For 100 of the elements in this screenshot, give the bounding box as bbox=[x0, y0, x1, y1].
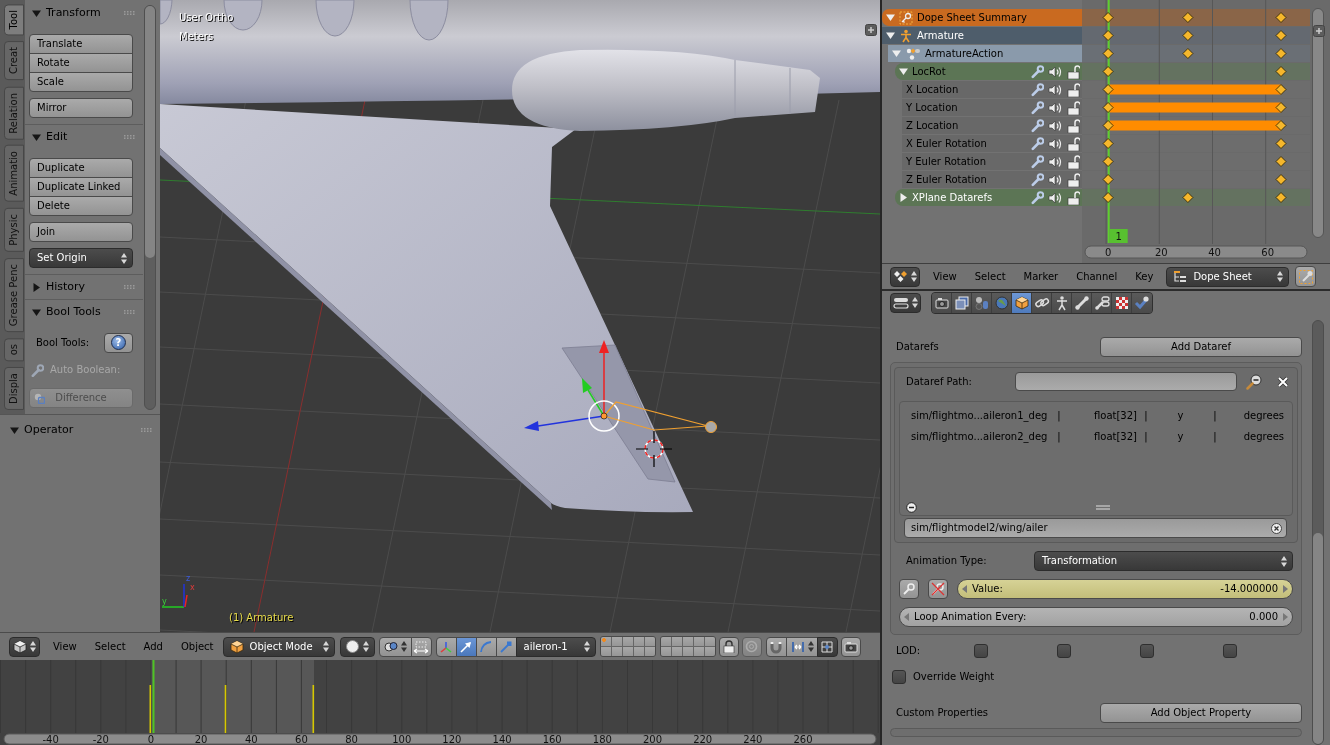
layer-button[interactable] bbox=[633, 637, 644, 646]
channel-row[interactable]: Y Euler Rotation bbox=[902, 153, 1082, 170]
only-selected-toggle[interactable] bbox=[1295, 266, 1317, 287]
keyframe-diamond[interactable] bbox=[1275, 102, 1287, 113]
keyframe-diamond[interactable] bbox=[1275, 120, 1287, 131]
tab[interactable]: Grease Penc bbox=[4, 257, 24, 332]
frame-ruler[interactable] bbox=[3, 733, 877, 745]
keyframe-line[interactable] bbox=[312, 685, 315, 733]
wrench-icon[interactable] bbox=[1031, 118, 1044, 133]
disclosure-triangle-icon[interactable] bbox=[886, 31, 895, 40]
layer-button[interactable] bbox=[622, 647, 633, 656]
speaker-icon[interactable] bbox=[1048, 190, 1063, 205]
editor-type-button[interactable] bbox=[9, 636, 40, 657]
plus-icon[interactable] bbox=[1313, 25, 1325, 37]
channel-row[interactable]: Armature bbox=[882, 27, 1082, 44]
layer-button[interactable] bbox=[622, 637, 633, 646]
tab[interactable]: Relation bbox=[4, 86, 24, 140]
keyframe-diamond[interactable] bbox=[1102, 84, 1114, 95]
scrollbar[interactable] bbox=[1312, 320, 1324, 745]
keyframe-diamond[interactable] bbox=[1102, 12, 1114, 23]
speaker-icon[interactable] bbox=[1048, 118, 1063, 133]
keyframe-line[interactable] bbox=[149, 685, 152, 733]
tool-button[interactable]: Mirror bbox=[29, 98, 133, 118]
speaker-icon[interactable] bbox=[1048, 82, 1063, 97]
keyframe-diamond[interactable] bbox=[1182, 30, 1194, 41]
keyframe-diamond[interactable] bbox=[1275, 48, 1287, 59]
panel-header[interactable]: Bool Tools bbox=[25, 300, 143, 324]
lock-icon[interactable] bbox=[1067, 82, 1080, 97]
right-arrow-icon[interactable] bbox=[1283, 585, 1288, 593]
disclosure-triangle-icon[interactable] bbox=[32, 8, 41, 18]
wrench-icon[interactable] bbox=[1031, 136, 1044, 151]
layer-button[interactable] bbox=[611, 637, 622, 646]
channel-row[interactable]: ArmatureAction bbox=[888, 45, 1082, 62]
snap-target-toggle[interactable] bbox=[816, 636, 838, 657]
context-tab[interactable] bbox=[1032, 292, 1052, 313]
wrench-icon[interactable] bbox=[1031, 82, 1044, 97]
layer-button[interactable] bbox=[660, 637, 671, 646]
wrench-icon[interactable] bbox=[1031, 154, 1044, 169]
proxy-toggle[interactable] bbox=[741, 636, 762, 657]
checkbox[interactable] bbox=[974, 644, 988, 658]
close-icon[interactable] bbox=[1277, 375, 1289, 388]
layer-button[interactable] bbox=[682, 647, 693, 656]
transform-gizmo[interactable] bbox=[524, 340, 620, 432]
context-tab[interactable] bbox=[952, 292, 972, 313]
layer-button[interactable] bbox=[600, 647, 611, 656]
speaker-icon[interactable] bbox=[1048, 172, 1063, 187]
clear-icon[interactable] bbox=[1271, 522, 1282, 534]
tool-button[interactable]: Translate bbox=[29, 34, 133, 54]
tool-button[interactable]: Join bbox=[29, 222, 133, 242]
speaker-icon[interactable] bbox=[1048, 100, 1063, 115]
checkbox[interactable] bbox=[1223, 644, 1237, 658]
add-dataref-button[interactable]: Add Dataref bbox=[1100, 337, 1302, 357]
layer-button[interactable] bbox=[693, 637, 704, 646]
shading-dropdown[interactable] bbox=[339, 636, 375, 657]
tab[interactable]: Tool bbox=[4, 4, 24, 36]
scrollbar[interactable] bbox=[1312, 8, 1324, 238]
plus-icon[interactable] bbox=[865, 24, 877, 36]
text-field[interactable]: sim/flightmodel2/wing/ailer bbox=[904, 518, 1287, 538]
wrench-icon[interactable] bbox=[1031, 190, 1044, 205]
channel-row[interactable]: Z Euler Rotation bbox=[902, 171, 1082, 188]
lock-toggle[interactable] bbox=[718, 636, 739, 657]
keyframe-diamond[interactable] bbox=[1275, 66, 1287, 77]
align-toggle[interactable] bbox=[410, 636, 432, 657]
context-tab[interactable] bbox=[1132, 292, 1152, 313]
checkbox[interactable] bbox=[892, 670, 906, 684]
layer-button[interactable] bbox=[633, 647, 644, 656]
tool-button[interactable]: Duplicate bbox=[29, 158, 133, 178]
manipulator-toggle[interactable] bbox=[495, 636, 517, 657]
layer-button[interactable] bbox=[671, 647, 682, 656]
dropdown[interactable]: Set Origin bbox=[29, 248, 133, 268]
keyframe-diamond[interactable] bbox=[1275, 174, 1287, 185]
remove-keyframe-button[interactable] bbox=[928, 579, 948, 599]
render-button[interactable] bbox=[840, 636, 861, 657]
tool-button[interactable]: Rotate bbox=[29, 53, 133, 73]
context-tab[interactable] bbox=[1072, 292, 1092, 313]
keyframe-diamond[interactable] bbox=[1102, 174, 1114, 185]
tab[interactable]: os bbox=[4, 337, 24, 362]
keyframe-diamond[interactable] bbox=[1102, 120, 1114, 131]
disclosure-triangle-icon[interactable] bbox=[32, 282, 41, 292]
keyframe-diamond[interactable] bbox=[1275, 192, 1287, 203]
keyframe-diamond[interactable] bbox=[1182, 192, 1194, 203]
tool-button[interactable]: Scale bbox=[29, 72, 133, 92]
mode-dropdown[interactable]: Dope Sheet bbox=[1166, 266, 1290, 287]
layer-button[interactable] bbox=[682, 637, 693, 646]
wrench-icon[interactable] bbox=[1031, 172, 1044, 187]
context-tab[interactable] bbox=[1092, 292, 1112, 313]
animation-type-dropdown[interactable]: Transformation bbox=[1034, 551, 1293, 571]
layer-button[interactable] bbox=[704, 647, 715, 656]
menu-item[interactable]: Marker bbox=[1014, 266, 1068, 287]
menu-item[interactable]: Select bbox=[965, 266, 1015, 287]
tool-button[interactable]: Delete bbox=[29, 196, 133, 216]
checkbox[interactable] bbox=[1140, 644, 1154, 658]
keyframe-diamond[interactable] bbox=[1182, 48, 1194, 59]
channel-row[interactable]: Dope Sheet Summary bbox=[882, 9, 1082, 26]
keyframe-diamond[interactable] bbox=[1275, 84, 1287, 95]
menu-item[interactable]: View bbox=[44, 636, 86, 657]
keyframe-diamond[interactable] bbox=[1275, 30, 1287, 41]
channel-row[interactable]: LocRot bbox=[895, 63, 1082, 80]
resize-grip-icon[interactable] bbox=[1096, 504, 1110, 510]
menu-item[interactable]: View bbox=[924, 266, 966, 287]
